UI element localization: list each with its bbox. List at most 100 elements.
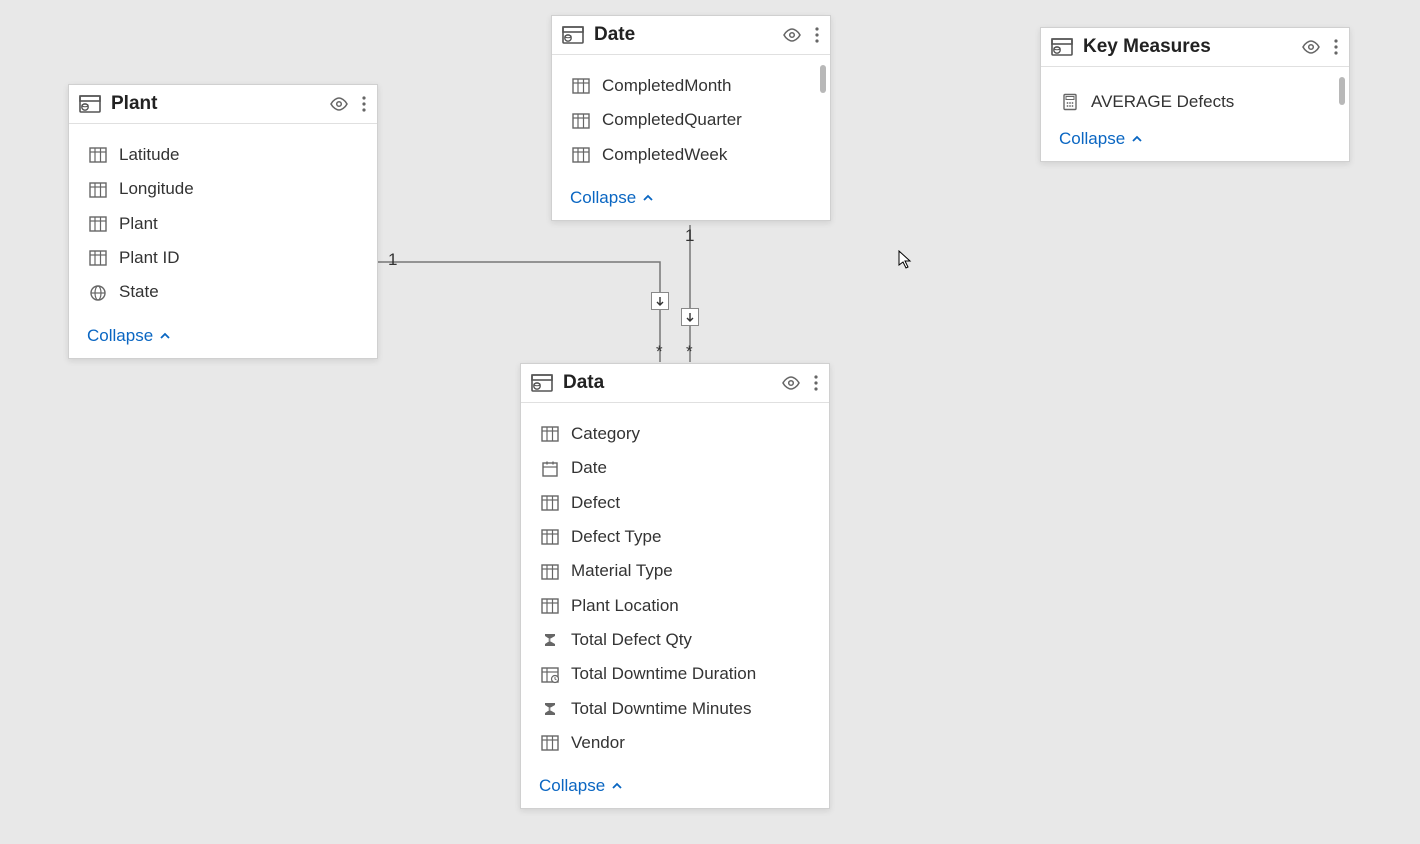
table-icon (562, 24, 584, 46)
table-title: Key Measures (1083, 36, 1301, 58)
field-row[interactable]: Total Defect Qty (521, 623, 829, 657)
field-label: Total Downtime Duration (571, 661, 756, 687)
more-options-icon[interactable] (1333, 37, 1339, 57)
column-icon (541, 734, 559, 752)
scrollbar-thumb[interactable] (1339, 77, 1345, 105)
column-icon (89, 146, 107, 164)
column-icon (541, 528, 559, 546)
field-row[interactable]: Defect Type (521, 520, 829, 554)
table-header[interactable]: Data (521, 364, 829, 403)
measure-icon (541, 666, 559, 684)
field-label: Defect Type (571, 524, 661, 550)
column-icon (89, 249, 107, 267)
relationship-cardinality-many: * (656, 342, 663, 362)
collapse-button[interactable]: Collapse (69, 318, 377, 358)
chevron-up-icon (642, 193, 654, 203)
field-row[interactable]: State (69, 275, 377, 309)
collapse-button[interactable]: Collapse (1041, 121, 1349, 161)
field-label: Date (571, 455, 607, 481)
column-icon (89, 215, 107, 233)
field-row[interactable]: Defect (521, 486, 829, 520)
globe-icon (89, 284, 107, 302)
table-header[interactable]: Date (552, 16, 830, 55)
field-row[interactable]: Plant (69, 207, 377, 241)
column-icon (541, 425, 559, 443)
visibility-icon[interactable] (1301, 37, 1321, 57)
more-options-icon[interactable] (814, 25, 820, 45)
field-row[interactable]: Vendor (521, 726, 829, 760)
mouse-cursor-icon (898, 250, 914, 270)
field-list: Category Date Defect Defect Type Material Ty… (521, 403, 829, 768)
chevron-up-icon (611, 781, 623, 791)
field-label: Total Downtime Minutes (571, 696, 751, 722)
column-icon (89, 181, 107, 199)
table-icon (531, 372, 553, 394)
more-options-icon[interactable] (361, 94, 367, 114)
field-label: Longitude (119, 176, 194, 202)
visibility-icon[interactable] (781, 373, 801, 393)
relationship-cardinality-many: * (686, 342, 693, 362)
column-icon (541, 494, 559, 512)
table-header[interactable]: Key Measures (1041, 28, 1349, 67)
table-card-date[interactable]: Date CompletedMonthCompletedQuarterCompl… (551, 15, 831, 221)
field-label: Defect (571, 490, 620, 516)
field-row[interactable]: Plant Location (521, 589, 829, 623)
calendar-icon (541, 460, 559, 478)
field-row[interactable]: Plant ID (69, 241, 377, 275)
table-title: Plant (111, 93, 329, 115)
column-icon (572, 112, 590, 130)
calc-icon (1061, 93, 1079, 111)
table-header[interactable]: Plant (69, 85, 377, 124)
field-list: AVERAGE Defects (1041, 67, 1349, 121)
visibility-icon[interactable] (782, 25, 802, 45)
table-icon (1051, 36, 1073, 58)
field-label: Plant Location (571, 593, 679, 619)
relationship-cardinality-one: 1 (685, 226, 694, 246)
field-label: CompletedWeek (602, 142, 727, 168)
more-options-icon[interactable] (813, 373, 819, 393)
filter-direction-icon (681, 308, 699, 326)
collapse-button[interactable]: Collapse (552, 180, 830, 220)
scrollbar-thumb[interactable] (820, 65, 826, 93)
relationship-cardinality-one: 1 (388, 250, 397, 270)
field-label: AVERAGE Defects (1091, 89, 1234, 115)
field-row[interactable]: Material Type (521, 554, 829, 588)
column-icon (541, 563, 559, 581)
field-label: Latitude (119, 142, 180, 168)
field-row[interactable]: Date (521, 451, 829, 485)
field-row[interactable]: Total Downtime Duration (521, 657, 829, 691)
table-card-data[interactable]: Data Category Date Defect Defect Type Materi… (520, 363, 830, 809)
field-label: Material Type (571, 558, 673, 584)
table-title: Data (563, 372, 781, 394)
sigma-icon (541, 700, 559, 718)
field-row[interactable]: CompletedWeek (552, 138, 830, 172)
field-row[interactable]: Longitude (69, 172, 377, 206)
field-label: CompletedMonth (602, 73, 731, 99)
field-row[interactable]: Total Downtime Minutes (521, 692, 829, 726)
sigma-icon (541, 631, 559, 649)
field-row[interactable]: AVERAGE Defects (1041, 85, 1349, 119)
visibility-icon[interactable] (329, 94, 349, 114)
table-card-key-measures[interactable]: Key Measures AVERAGE Defects Collapse (1040, 27, 1350, 162)
collapse-button[interactable]: Collapse (521, 768, 829, 808)
field-label: Category (571, 421, 640, 447)
field-list: CompletedMonth CompletedQuarter CompletedW… (552, 55, 830, 180)
field-row[interactable]: CompletedMonth (552, 69, 830, 103)
field-row[interactable]: Latitude (69, 138, 377, 172)
column-icon (541, 597, 559, 615)
table-icon (79, 93, 101, 115)
chevron-up-icon (1131, 134, 1143, 144)
filter-direction-icon (651, 292, 669, 310)
column-icon (572, 146, 590, 164)
field-label: Plant (119, 211, 158, 237)
chevron-up-icon (159, 331, 171, 341)
field-label: Vendor (571, 730, 625, 756)
field-label: Total Defect Qty (571, 627, 692, 653)
field-row[interactable]: CompletedQuarter (552, 103, 830, 137)
field-row[interactable]: Category (521, 417, 829, 451)
column-icon (572, 77, 590, 95)
model-canvas[interactable]: 1 * 1 * Plant LatitudeLongitudePlantPlan… (0, 0, 1420, 844)
field-label: Plant ID (119, 245, 179, 271)
table-card-plant[interactable]: Plant Latitude Longitude Plant Plant ID Stat… (68, 84, 378, 359)
field-list: Latitude Longitude Plant Plant ID State (69, 124, 377, 318)
